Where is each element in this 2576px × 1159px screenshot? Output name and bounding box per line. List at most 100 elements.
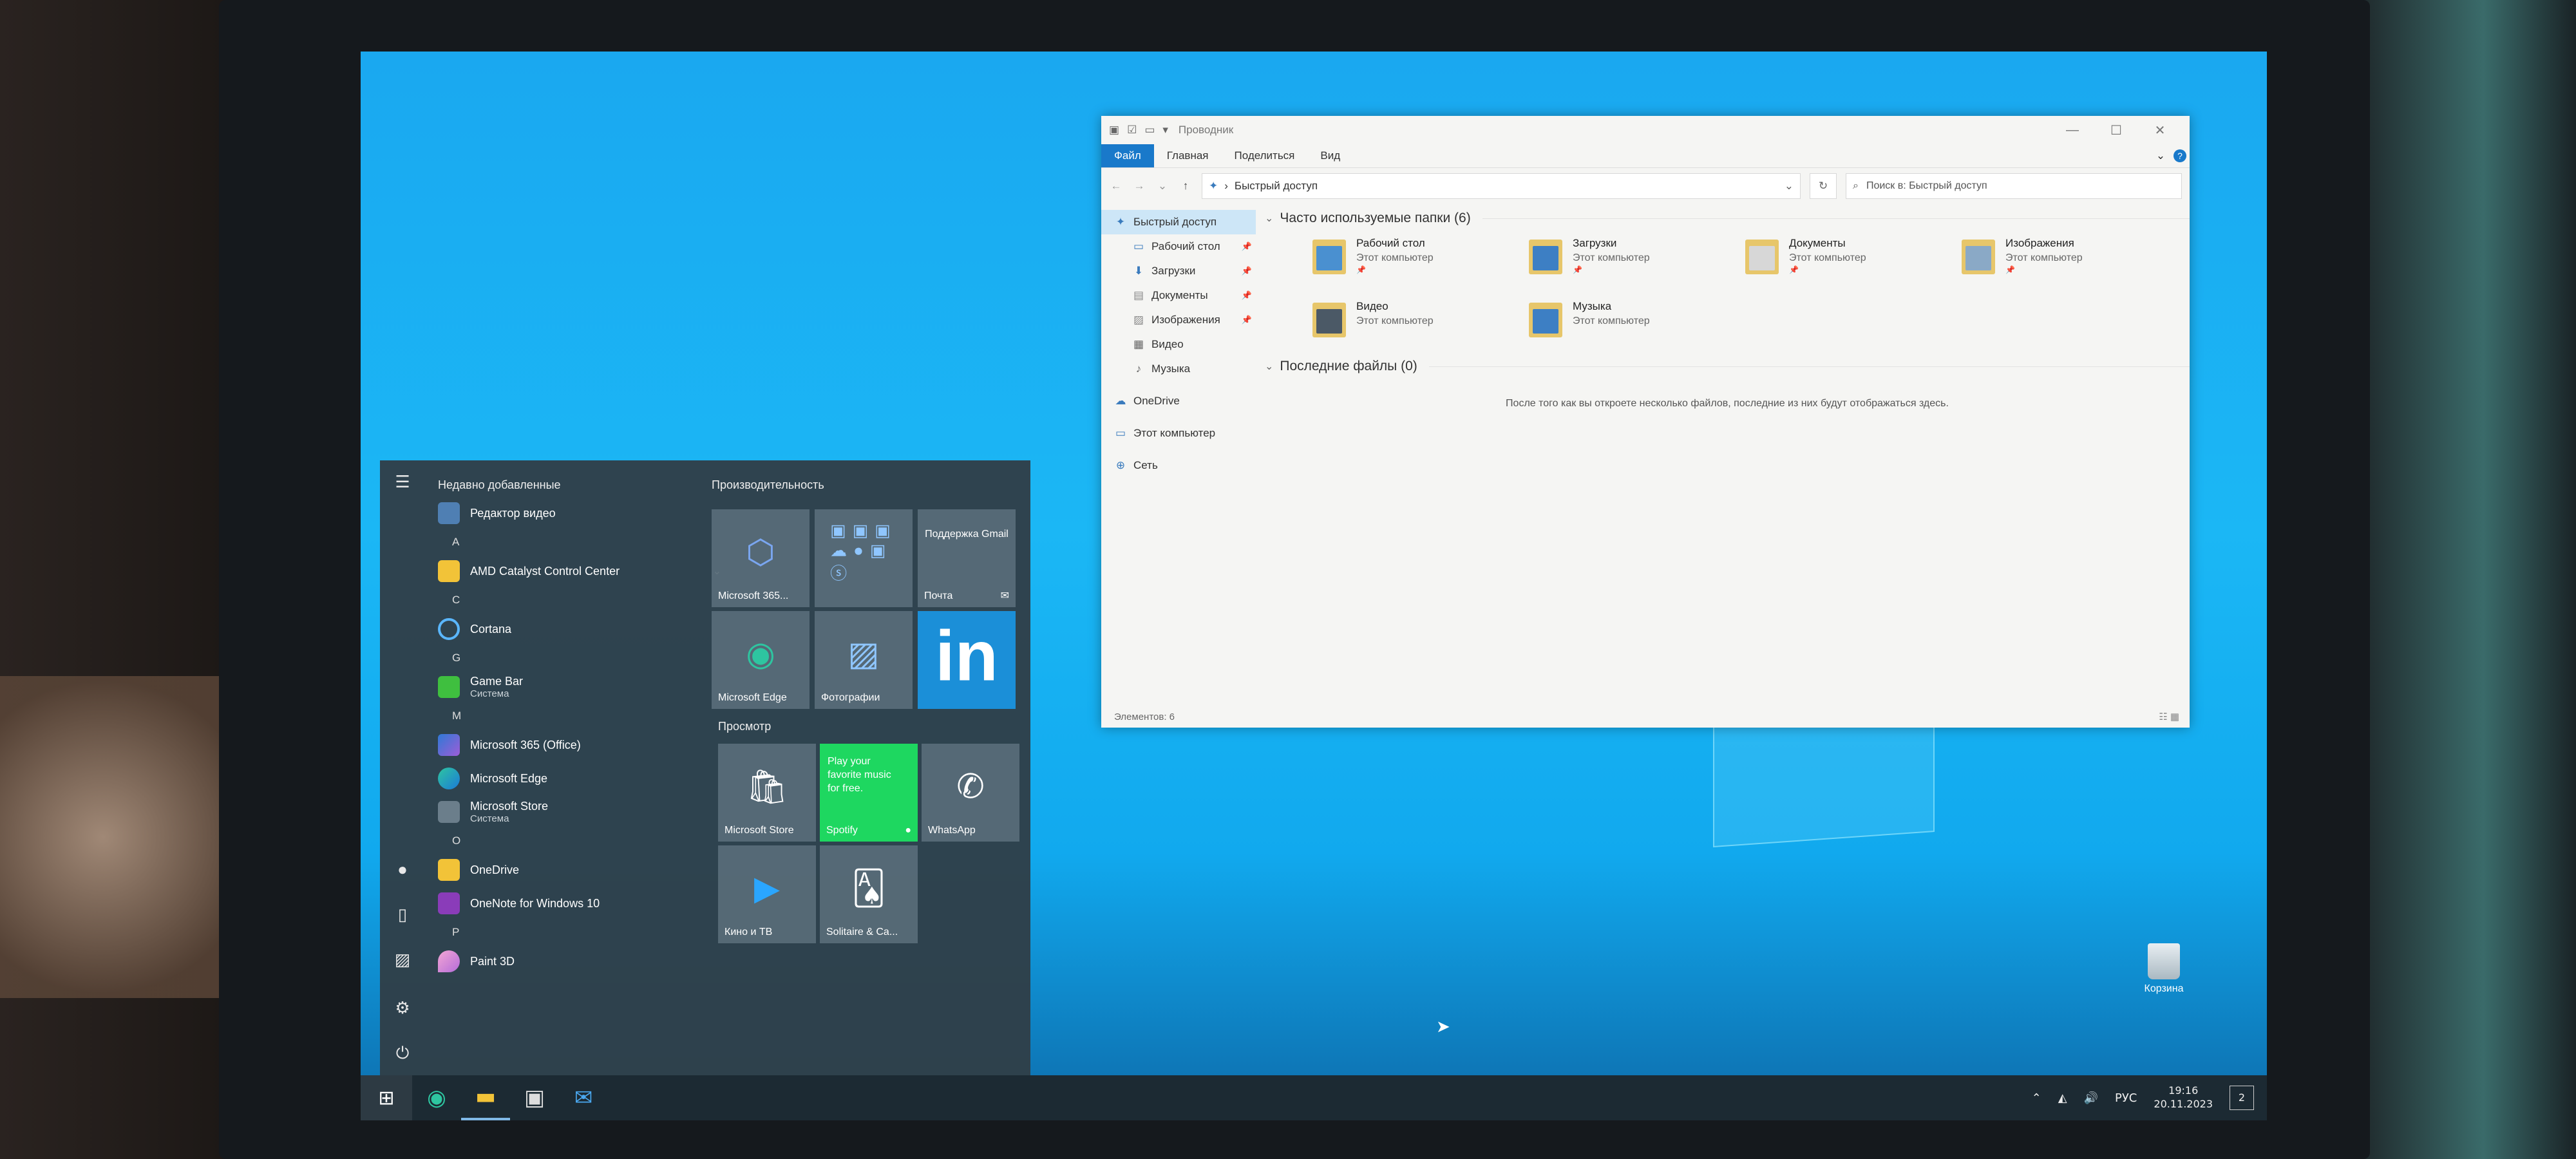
app-onedrive[interactable]: OneDrive [438,853,721,887]
help-button[interactable]: ? [2170,144,2190,167]
tile-photos[interactable]: ▨ Фотографии [815,611,913,709]
volume-icon[interactable]: 🔊 [2084,1091,2098,1105]
desktop-folder-icon: ▭ [1133,240,1144,252]
letter-header[interactable]: G [438,646,721,670]
settings-gear-icon[interactable]: ⚙ [392,998,413,1020]
forward-arrow-icon[interactable]: → [1132,180,1146,193]
letter-header[interactable]: P [438,920,721,945]
tile-office-apps-group[interactable]: ▣▣▣ ☁●▣ ⓢ [815,509,913,607]
store-icon [438,801,460,823]
letter-header[interactable]: O [438,829,721,853]
title-bar[interactable]: ▣ ☑ ▭ ▾ Проводник — ☐ ✕ [1101,116,2190,144]
pin-icon: 📌 [1241,290,1252,300]
app-microsoft-store[interactable]: Microsoft Store Система [438,795,721,829]
paint-3d-icon [438,950,460,972]
documents-icon[interactable]: ▯ [392,905,413,927]
start-button[interactable]: ⊞ [361,1075,412,1120]
clock[interactable]: 19:16 20.11.2023 [2154,1084,2213,1111]
taskbar-file-explorer[interactable]: ▬ [461,1075,510,1120]
app-game-bar[interactable]: Game Bar Система [438,670,721,704]
music-icon: ♪ [1135,363,1142,375]
letter-header[interactable]: M [438,704,721,728]
nav-quick-access[interactable]: ✦ Быстрый доступ [1101,210,1256,234]
tile-solitaire[interactable]: 🂡 Solitaire & Ca... [820,845,918,943]
app-label: Paint 3D [470,954,515,968]
address-text: Быстрый доступ [1234,180,1318,192]
view-toggle-icons[interactable]: ☷ ▦ [2159,711,2179,722]
app-microsoft-365[interactable]: Microsoft 365 (Office) [438,728,721,762]
taskbar-store[interactable]: ▣ [510,1075,559,1120]
maximize-button[interactable]: ☐ [2094,122,2138,138]
app-label: Cortana [470,622,512,636]
language-indicator[interactable]: РУС [2115,1091,2137,1105]
content-pane: ⌄ Часто используемые папки (6) Рабочий ст… [1256,206,2190,706]
tile-movies-tv[interactable]: ▶ Кино и ТВ [718,845,816,943]
new-folder-icon[interactable]: ▭ [1144,124,1155,137]
folder-music[interactable]: Музыка Этот компьютер [1526,299,1743,354]
tab-share[interactable]: Поделиться [1222,144,1308,167]
tile-whatsapp[interactable]: ✆ WhatsApp [922,744,1019,842]
close-button[interactable]: ✕ [2138,122,2182,138]
customize-toolbar-icon[interactable]: ▾ [1162,124,1168,137]
nav-documents[interactable]: ▤ Документы 📌 [1101,283,1256,308]
nav-desktop[interactable]: ▭ Рабочий стол 📌 [1101,234,1256,259]
recent-locations-icon[interactable]: ⌄ [1155,180,1170,193]
nav-onedrive[interactable]: ☁ OneDrive [1101,389,1256,413]
tab-view[interactable]: Вид [1307,144,1353,167]
nav-downloads[interactable]: ⬇ Загрузки 📌 [1101,259,1256,283]
app-onenote[interactable]: OneNote for Windows 10 [438,887,721,920]
up-arrow-icon[interactable]: ↑ [1179,180,1193,193]
file-explorer-window[interactable]: ▣ ☑ ▭ ▾ Проводник — ☐ ✕ Файл Главная Под… [1101,116,2190,728]
tile-edge[interactable]: ◉ Microsoft Edge [712,611,810,709]
network-icon[interactable]: ◭ [2058,1091,2067,1105]
tab-home[interactable]: Главная [1154,144,1222,167]
nav-pictures[interactable]: ▨ Изображения 📌 [1101,308,1256,332]
nav-network[interactable]: ⊕ Сеть [1101,453,1256,478]
notifications-button[interactable]: 2 [2230,1086,2254,1110]
tile-spotify[interactable]: Play your favorite music for free. Spotif… [820,744,918,842]
folder-documents[interactable]: Документы Этот компьютер 📌 [1743,236,1959,291]
search-input[interactable]: ⌕ Поиск в: Быстрый доступ [1846,173,2182,199]
frequent-folders-header[interactable]: ⌄ Часто используемые папки (6) [1265,206,2190,231]
tray-overflow-chevron-icon[interactable]: ⌃ [2032,1091,2041,1105]
tile-microsoft-365[interactable]: ⬡ Microsoft 365... [712,509,810,607]
refresh-button[interactable]: ↻ [1810,173,1837,199]
folder-videos[interactable]: Видео Этот компьютер [1310,299,1526,354]
folder-downloads[interactable]: Загрузки Этот компьютер 📌 [1526,236,1743,291]
hamburger-menu-icon[interactable]: ☰ [392,472,413,494]
folder-pictures[interactable]: Изображения Этот компьютер 📌 [1959,236,2175,291]
app-amd-catalyst[interactable]: AMD Catalyst Control Center⌄ [438,554,721,588]
ribbon-expand[interactable]: ⌄ [2151,144,2170,167]
clock-date: 20.11.2023 [2154,1098,2213,1110]
tile-mail[interactable]: Поддержка Gmail Почта ✉ [918,509,1016,607]
back-arrow-icon[interactable]: ← [1109,180,1123,193]
tab-file[interactable]: Файл [1101,144,1154,167]
minimize-button[interactable]: — [2050,123,2094,138]
folder-desktop[interactable]: Рабочий стол Этот компьютер 📌 [1310,236,1526,291]
tile-linkedin[interactable]: in [918,611,1016,709]
nav-this-pc[interactable]: ▭ Этот компьютер [1101,421,1256,446]
nav-music[interactable]: ♪ Музыка [1101,357,1256,381]
address-dropdown-icon[interactable]: ⌄ [1785,180,1794,193]
power-icon[interactable]: ⏻ [392,1043,413,1065]
taskbar-edge[interactable]: ◉ [412,1075,461,1120]
letter-header[interactable]: C [438,588,721,612]
app-cortana[interactable]: Cortana [438,612,721,646]
letter-header[interactable]: A [438,530,721,554]
recycle-bin[interactable]: Корзина [2125,943,2202,995]
app-edge[interactable]: Microsoft Edge [438,762,721,795]
tile-microsoft-store[interactable]: 🛍 Microsoft Store [718,744,816,842]
pictures-icon[interactable]: ▨ [392,950,413,972]
user-avatar-icon[interactable]: ● [392,860,413,881]
app-paint-3d[interactable]: Paint 3D [438,945,721,978]
properties-icon[interactable]: ☑ [1127,124,1137,137]
taskbar-mail[interactable]: ✉ [559,1075,608,1120]
tile-label: Solitaire & Ca... [826,927,898,938]
folder-location: Этот компьютер [2005,252,2083,263]
recent-files-header[interactable]: ⌄ Последние файлы (0) [1265,354,2190,379]
address-bar[interactable]: ✦ › Быстрый доступ ⌄ [1202,173,1801,199]
app-video-editor[interactable]: Редактор видео [438,496,721,530]
frequent-folders-grid: Рабочий стол Этот компьютер 📌 Загрузки Этот… [1265,231,2190,354]
nav-videos[interactable]: ▦ Видео [1101,332,1256,357]
mail-icon: ✉ [574,1085,593,1111]
